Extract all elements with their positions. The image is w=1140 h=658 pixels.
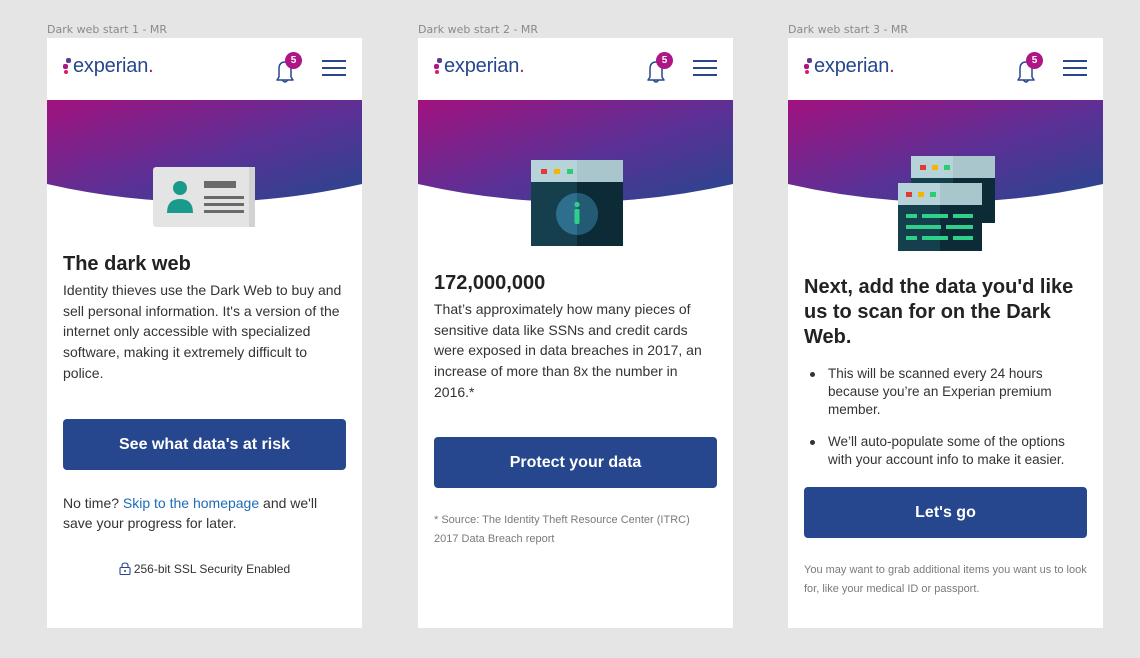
logo-period: . [148, 55, 154, 77]
logo-dots-icon [804, 57, 813, 77]
description: That’s approximately how many pieces of … [434, 301, 702, 400]
source-footnote: * Source: The Identity Theft Resource Ce… [434, 513, 690, 545]
additional-items-note: You may want to grab additional items yo… [804, 564, 1087, 595]
protect-your-data-button[interactable]: Protect your data [434, 436, 717, 488]
logo-text: experian [444, 55, 520, 77]
frame-label: Dark web start 3 - MR [788, 23, 909, 36]
notifications-button[interactable]: 5 [641, 52, 673, 86]
logo-text: experian [73, 55, 149, 77]
list-item: This will be scanned every 24 hours beca… [804, 365, 1087, 419]
hero-banner [47, 100, 362, 250]
hamburger-menu-icon[interactable] [1063, 60, 1087, 77]
hero-banner [418, 100, 733, 250]
statistic-title: 172,000,000 [434, 272, 546, 294]
skip-to-homepage-link[interactable]: Skip to the homepage [123, 495, 259, 511]
header: experian. 5 [47, 38, 362, 100]
logo-period: . [519, 55, 525, 77]
see-data-at-risk-button[interactable]: See what data's at risk [63, 418, 346, 470]
notification-badge: 5 [656, 52, 673, 69]
frame-label: Dark web start 1 - MR [47, 23, 168, 36]
screen-dark-web-start-3: experian. 5 Next, add the data you'd lik… [788, 38, 1103, 628]
hero-banner [788, 100, 1103, 251]
hamburger-menu-icon[interactable] [693, 60, 717, 77]
experian-logo[interactable]: experian. [804, 55, 895, 78]
logo-text: experian [814, 55, 890, 77]
experian-logo[interactable]: experian. [63, 55, 154, 78]
experian-logo[interactable]: experian. [434, 55, 525, 78]
lock-icon [119, 562, 131, 575]
lets-go-button[interactable]: Let's go [804, 487, 1087, 538]
info-list: This will be scanned every 24 hours beca… [804, 365, 1087, 469]
screen-dark-web-start-1: experian. 5 The dark web Identity thieve… [47, 38, 362, 628]
notification-badge: 5 [285, 52, 302, 69]
browser-data-icon [898, 156, 995, 251]
frame-label: Dark web start 2 - MR [418, 23, 539, 36]
header: experian. 5 [418, 38, 733, 100]
notifications-button[interactable]: 5 [1011, 52, 1043, 86]
description: Identity thieves use the Dark Web to buy… [63, 282, 342, 381]
notifications-button[interactable]: 5 [270, 52, 302, 86]
security-note: 256-bit SSL Security Enabled [63, 562, 346, 576]
page-title: The dark web [63, 253, 191, 275]
page-title: Next, add the data you'd like us to scan… [804, 276, 1074, 348]
id-card-icon [153, 167, 255, 227]
logo-dots-icon [434, 57, 443, 77]
skip-note: No time? Skip to the homepage and we'll … [63, 494, 318, 532]
hamburger-menu-icon[interactable] [322, 60, 346, 77]
list-item: We’ll auto-populate some of the options … [804, 433, 1087, 469]
screen-dark-web-start-2: experian. 5 172,000,000 That’s approxima… [418, 38, 733, 628]
logo-dots-icon [63, 57, 72, 77]
notification-badge: 5 [1026, 52, 1043, 69]
browser-info-icon [531, 160, 623, 246]
logo-period: . [889, 55, 895, 77]
header: experian. 5 [788, 38, 1103, 100]
